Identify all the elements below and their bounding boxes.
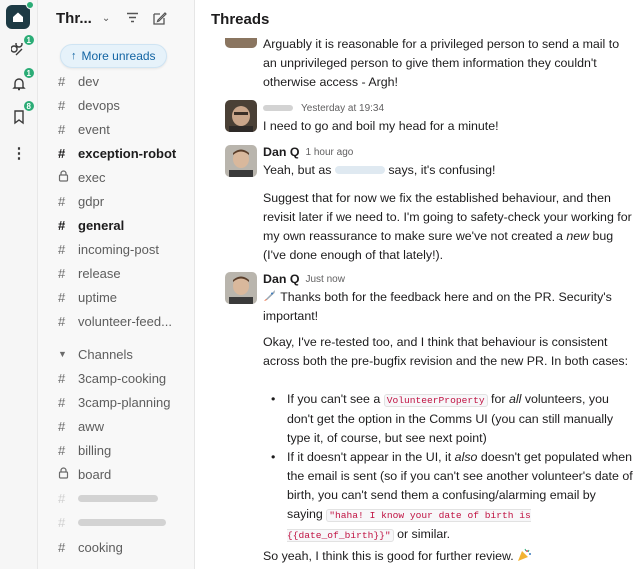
bell-icon[interactable]: 1 [9, 67, 35, 94]
hash-icon: # [58, 73, 66, 89]
sidebar-item-gdpr[interactable]: # gdpr [58, 189, 104, 213]
redacted-channel-name [78, 518, 166, 526]
message-body: Yeah, but as says, it's confusing! [263, 163, 496, 177]
hash-icon: # [58, 514, 66, 530]
hash-icon: # [58, 289, 66, 305]
message-timestamp[interactable]: 1 hour ago [306, 147, 354, 158]
app-rail: 1 1 8 ⋮ [0, 0, 38, 569]
presence-dot [26, 1, 34, 9]
hash-icon: # [58, 241, 66, 257]
filter-icon[interactable] [126, 10, 139, 26]
hash-icon: # [58, 121, 66, 137]
message-meta: Yesterday at 19:34 [263, 100, 384, 116]
list-item: If you can't see a VolunteerProperty for… [263, 390, 635, 448]
sidebar-item-event[interactable]: # event [58, 117, 110, 141]
message-meta: Dan Q 1 hour ago [263, 144, 353, 160]
message-body: Arguably it is reasonable for a privileg… [263, 38, 620, 89]
sidebar-header: Thr... ⌄ [38, 0, 194, 36]
sidebar-item-uptime[interactable]: # uptime [58, 285, 117, 309]
threads-badge: 1 [22, 34, 35, 46]
hash-icon: # [58, 539, 66, 555]
hash-icon: # [58, 145, 66, 161]
hash-icon: # [58, 442, 66, 458]
party-popper-icon [517, 548, 532, 563]
message-body: So yeah, I think this is good for furthe… [263, 547, 635, 566]
chevron-down-icon[interactable]: ⌄ [102, 13, 110, 24]
threads-icon[interactable]: 1 [9, 34, 35, 61]
channels-section-header[interactable]: ▼ Channels [58, 342, 133, 366]
message-body: Okay, I've re-tested too, and I think th… [263, 335, 629, 368]
hash-icon: # [58, 217, 66, 233]
message-body: Thanks both for the feedback here and on… [263, 290, 612, 323]
sidebar: Thr... ⌄ ↑ More unreads # dev # devops # ev… [38, 0, 195, 569]
sidebar-item-devops[interactable]: # devops [58, 93, 120, 117]
caret-down-icon: ▼ [58, 349, 67, 359]
message-body: I need to go and boil my head for a minu… [263, 119, 499, 133]
sidebar-item-billing[interactable]: # billing [58, 438, 111, 462]
hash-icon: # [58, 490, 66, 506]
arrow-up-icon: ↑ [71, 50, 77, 62]
hash-icon: # [58, 97, 66, 113]
author-name[interactable]: Dan Q [263, 145, 300, 159]
list-item: If it doesn't appear in the UI, it also … [263, 448, 635, 545]
rocket-icon [263, 290, 280, 304]
redacted-channel-name [78, 494, 158, 502]
hash-icon: # [58, 313, 66, 329]
more-unreads-label: More unreads [81, 49, 156, 63]
workspace-name[interactable]: Thr... [56, 10, 92, 27]
sidebar-item-dev[interactable]: # dev [58, 69, 99, 93]
saved-badge: 8 [22, 100, 35, 112]
hash-icon: # [58, 418, 66, 434]
more-icon[interactable]: ⋮ [9, 143, 29, 163]
redacted-mention[interactable] [334, 166, 385, 174]
message-bullet-list: If you can't see a VolunteerProperty for… [263, 390, 635, 545]
hash-icon: # [58, 265, 66, 281]
sidebar-item-exec[interactable]: exec [58, 165, 105, 189]
message-meta: Dan Q Just now [263, 271, 345, 287]
message-timestamp[interactable]: Just now [306, 274, 345, 285]
sidebar-item-incoming-post[interactable]: # incoming-post [58, 237, 159, 261]
bookmark-icon[interactable]: 8 [9, 100, 35, 127]
sidebar-item-redacted[interactable]: # [58, 486, 158, 510]
avatar-dan-q[interactable] [225, 145, 257, 177]
threads-view: Threads Arguably it is reasonable for a … [195, 0, 640, 569]
hash-icon: # [58, 193, 66, 209]
workspace-home-icon[interactable] [6, 1, 34, 29]
message-timestamp[interactable]: Yesterday at 19:34 [301, 103, 384, 114]
avatar[interactable] [225, 100, 257, 132]
page-title: Threads [211, 10, 270, 28]
sidebar-item-cooking[interactable]: # cooking [58, 535, 123, 559]
author-name[interactable]: Dan Q [263, 272, 300, 286]
hash-icon: # [58, 370, 66, 386]
more-unreads-button[interactable]: ↑ More unreads [60, 44, 167, 68]
avatar-dan-q[interactable] [225, 272, 257, 304]
lock-icon [58, 466, 78, 482]
compose-icon[interactable] [152, 11, 168, 26]
message-body: Suggest that for now we fix the establis… [263, 191, 632, 262]
inline-code: VolunteerProperty [383, 394, 488, 407]
hash-icon: # [58, 394, 66, 410]
home-icon [13, 12, 23, 22]
sidebar-item-3camp-planning[interactable]: #3camp-planning [58, 390, 171, 414]
sidebar-item-aww[interactable]: # aww [58, 414, 104, 438]
sidebar-item-general[interactable]: # general [58, 213, 124, 237]
sidebar-item-redacted[interactable]: # [58, 510, 166, 534]
sidebar-item-board[interactable]: board [58, 462, 111, 486]
redacted-author [263, 105, 293, 111]
sidebar-item-volunteer-feed[interactable]: # volunteer-feed... [58, 309, 172, 333]
avatar[interactable] [225, 38, 257, 48]
sidebar-item-3camp-cooking[interactable]: #3camp-cooking [58, 366, 166, 390]
sidebar-item-exception-robot[interactable]: # exception-robot [58, 141, 176, 165]
lock-icon [58, 169, 78, 185]
thread-scroll-area[interactable]: Arguably it is reasonable for a privileg… [195, 38, 640, 569]
sidebar-item-release[interactable]: # release [58, 261, 121, 285]
activity-badge: 1 [22, 67, 35, 79]
